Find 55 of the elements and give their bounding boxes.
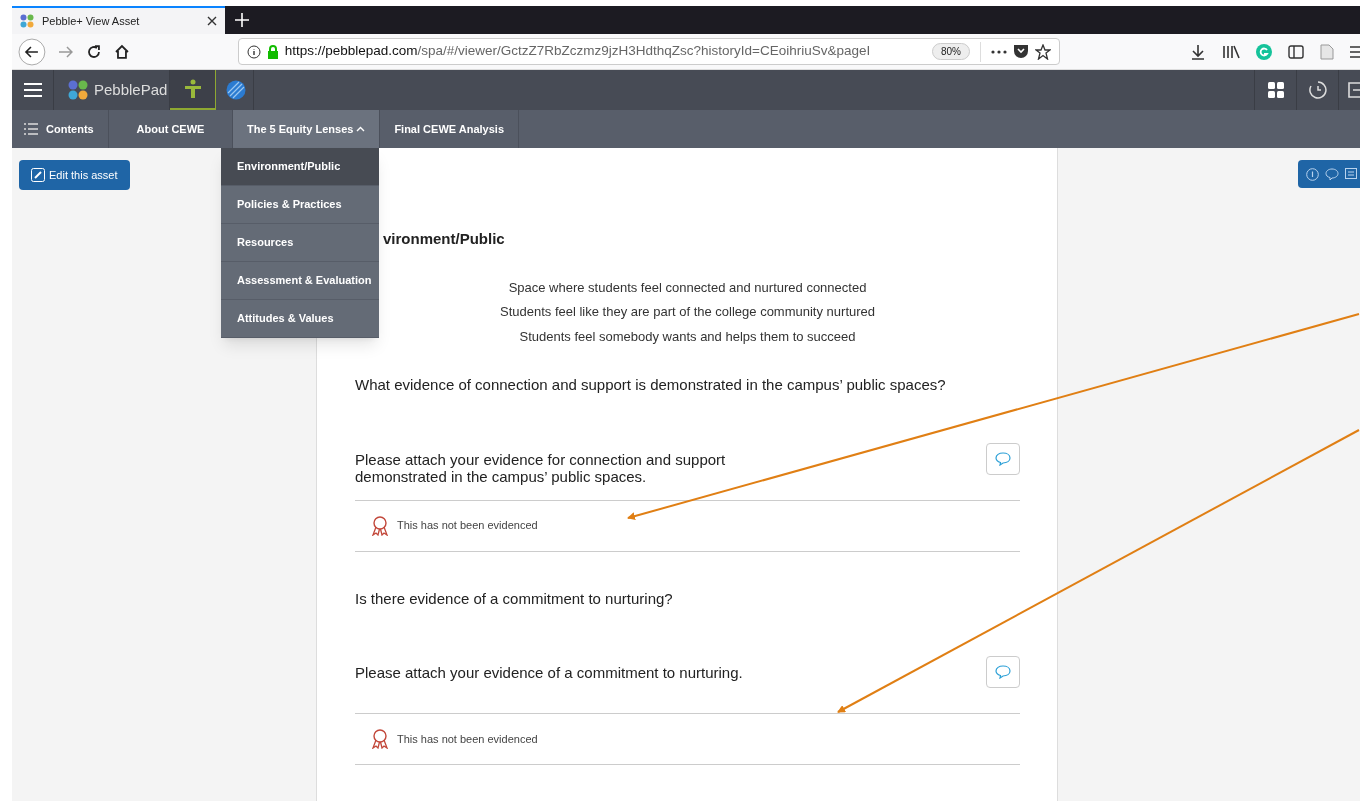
download-icon[interactable]	[1190, 43, 1206, 60]
home-icon[interactable]	[113, 43, 130, 60]
grid-icon[interactable]	[1267, 82, 1284, 98]
star-icon[interactable]	[1035, 43, 1051, 60]
app-logo[interactable]: PebblePad	[94, 78, 168, 102]
question-text: Is there evidence of a commitment to nurturing?	[355, 588, 674, 609]
list-icon	[24, 123, 38, 135]
speech-bubble-icon	[995, 451, 1011, 466]
app-logo-icon	[20, 14, 34, 28]
pocket-icon[interactable]	[1013, 44, 1029, 59]
dropdown-item[interactable]: Assessment & Evaluation	[221, 262, 379, 300]
prompt-text: Please attach your evidence for connection and support demonstrated in the campus’ public spaces.	[355, 450, 726, 485]
page-heading: vironment/Public	[383, 229, 506, 249]
speech-bubble-icon	[995, 665, 1011, 679]
workspace-tab[interactable]	[170, 70, 216, 110]
dropdown-item[interactable]: Policies & Practices	[221, 186, 379, 224]
award-ribbon-icon	[371, 515, 389, 536]
app-logo-icon	[68, 80, 88, 100]
award-ribbon-icon	[371, 729, 389, 749]
question-text: What evidence of connection and support is demonstrated in the campus’ public spaces?	[355, 375, 947, 395]
exit-icon[interactable]	[1348, 82, 1360, 98]
menu-icon[interactable]	[1350, 44, 1360, 59]
info-icon[interactable]	[1306, 167, 1319, 181]
pencil-icon	[31, 168, 45, 182]
dropdown-item[interactable]: Resources	[221, 224, 379, 262]
tab-title: Pebble+ View Asset	[42, 13, 141, 29]
statement-text: Space where students feel connected and nurtured connected	[508, 278, 867, 297]
statement-text: Students feel somebody wants and helps them to succeed	[519, 327, 856, 346]
statement-text: Students feel like they are part of the college community nurtured	[499, 303, 875, 321]
sidebar-icon[interactable]	[1288, 44, 1304, 59]
zoom-level[interactable]: 80%	[931, 43, 970, 60]
note-icon[interactable]	[1345, 167, 1357, 181]
url-text: https://pebblepad.com/spa/#/viewer/GctzZ7RbZczmz9jzH3HdthqZsc?historyId=CEoihriuSv&pageI	[284, 42, 872, 61]
globe-icon[interactable]	[225, 80, 246, 100]
info-icon	[246, 44, 261, 59]
browser-tab[interactable]: Pebble+ View Asset	[12, 6, 225, 34]
history-icon[interactable]	[1308, 81, 1327, 99]
address-bar[interactable]: https://pebblepad.com/spa/#/viewer/GctzZ7RbZczmz9jzH3HdthqZsc?historyId=CEoihriuSv&pageI 80%	[237, 38, 1060, 65]
dropdown-item[interactable]: Attitudes & Values	[221, 300, 379, 338]
evidence-status: This has not been evidenced	[397, 731, 538, 747]
dropdown-item[interactable]: Environment/Public	[221, 148, 379, 186]
nav-tab[interactable]: The 5 Equity Lenses	[233, 110, 381, 148]
back-icon[interactable]	[18, 37, 46, 66]
edit-button[interactable]: Edit this asset	[19, 160, 130, 190]
library-icon[interactable]	[1222, 44, 1240, 59]
person-icon	[183, 79, 202, 99]
speech-bubble-icon[interactable]	[1325, 167, 1339, 181]
new-tab-icon[interactable]	[235, 13, 249, 27]
forward-icon[interactable]	[57, 44, 74, 59]
evidence-status: This has not been evidenced	[397, 518, 538, 534]
lock-icon	[266, 44, 279, 59]
reload-icon[interactable]	[85, 43, 102, 60]
close-icon[interactable]	[207, 16, 217, 26]
more-icon[interactable]	[991, 49, 1007, 54]
prompt-text: Please attach your evidence of a commitment to nurturing.	[355, 664, 743, 681]
